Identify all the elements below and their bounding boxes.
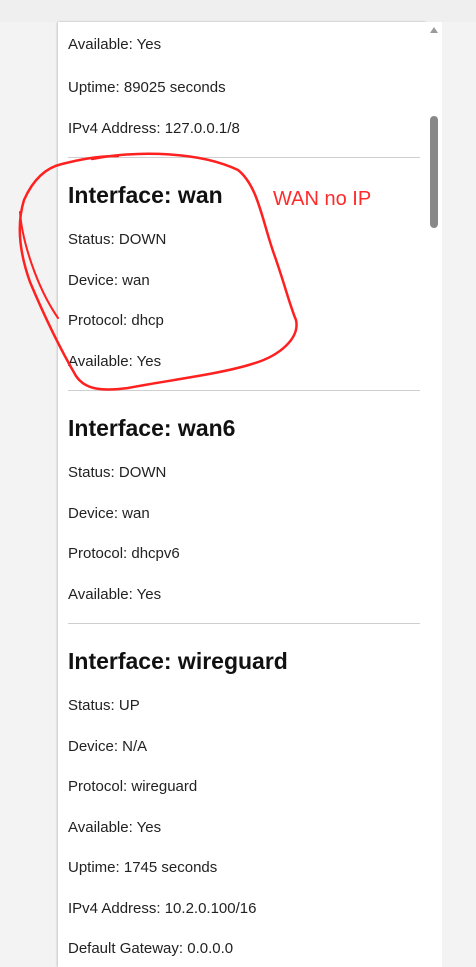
scroll-up-arrow-icon[interactable] [430, 27, 438, 33]
annotation-label: WAN no IP [273, 188, 372, 210]
wan-protocol: Protocol: dhcp [68, 312, 164, 329]
interface-list: Available: Yes Uptime: 89025 seconds IPv… [68, 22, 420, 967]
divider [68, 623, 420, 624]
wan6-status: Status: DOWN [68, 464, 167, 481]
divider [68, 157, 420, 158]
interface-block-wan6: Interface: wan6 Status: DOWN Device: wan… [68, 403, 420, 615]
wireguard-gateway: Default Gateway: 0.0.0.0 [68, 940, 234, 957]
wireguard-device: Device: N/A [68, 737, 148, 755]
interface-block-wireguard: Interface: wireguard Status: UP Device: … [68, 636, 420, 967]
wireguard-status: Status: UP [68, 697, 140, 714]
interface-status-panel: Available: Yes Uptime: 89025 seconds IPv… [58, 22, 426, 967]
wireguard-uptime: Uptime: 1745 seconds [68, 859, 218, 876]
wireguard-protocol: Protocol: wireguard [68, 778, 198, 795]
wan-status: Status: DOWN [68, 231, 167, 248]
interface-block-loopback: Available: Yes Uptime: 89025 seconds IPv… [68, 22, 420, 149]
wan-available: Available: Yes [68, 352, 162, 370]
top-bar [0, 0, 476, 22]
wan-device: Device: wan [68, 271, 150, 289]
wireguard-available: Available: Yes [68, 818, 162, 836]
wan6-device: Device: wan [68, 504, 150, 522]
scrollbar-thumb[interactable] [430, 116, 438, 228]
loopback-available: Available: Yes [68, 36, 162, 53]
interface-title-wan6: Interface: wan6 [68, 415, 236, 441]
loopback-ipv4: IPv4 Address: 127.0.0.1/8 [68, 119, 240, 137]
interface-title-wireguard: Interface: wireguard [68, 648, 288, 674]
divider [68, 390, 420, 391]
wan6-protocol: Protocol: dhcpv6 [68, 545, 180, 562]
vertical-scrollbar[interactable] [426, 22, 442, 967]
wan6-available: Available: Yes [68, 585, 162, 603]
wireguard-ipv4: IPv4 Address: 10.2.0.100/16 [68, 899, 257, 917]
loopback-uptime: Uptime: 89025 seconds [68, 79, 226, 96]
